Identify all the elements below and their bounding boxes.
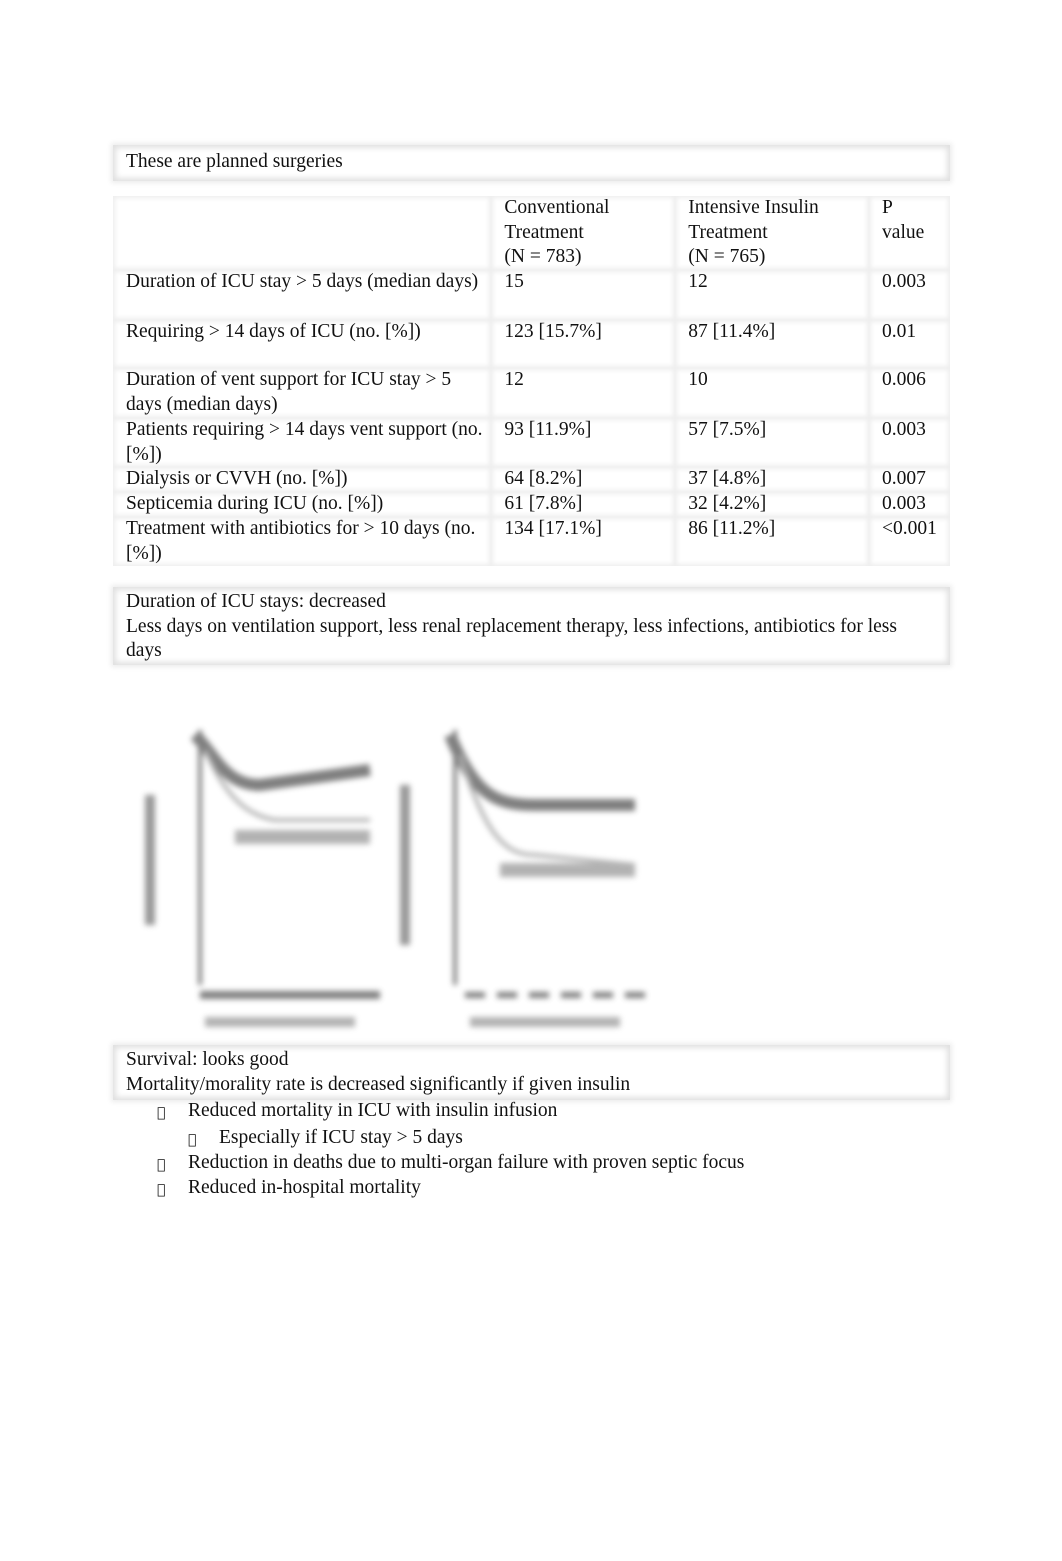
- summary-2-body: Mortality/morality rate is decreased sig…: [126, 1073, 631, 1095]
- header-cell: Conventional Treatment (N = 783): [491, 196, 675, 270]
- bullet-icon: : [157, 1153, 165, 1178]
- header-cell: [113, 196, 491, 270]
- table-cell: 0.003: [869, 418, 950, 467]
- outcomes-table: Conventional Treatment (N = 783) Intensive…: [113, 196, 950, 566]
- table-cell: Requiring > 14 days of ICU (no. [%]): [113, 320, 491, 368]
- table-cell: Patients requiring > 14 days vent suppor…: [113, 418, 491, 467]
- table-cell: Septicemia during ICU (no. [%]): [113, 492, 491, 517]
- table-row: Requiring > 14 days of ICU (no. [%]) 123 …: [113, 320, 950, 368]
- header-cell: Pvalue: [869, 196, 950, 270]
- table-row: Patients requiring > 14 days vent suppor…: [113, 418, 950, 467]
- table-cell: Duration of ICU stay > 5 days (median da…: [113, 270, 491, 320]
- summary-2-title: Survival: looks good: [126, 1049, 289, 1070]
- table-cell: 37 [4.8%]: [675, 467, 869, 492]
- table-cell: 93 [11.9%]: [491, 418, 675, 467]
- bullet-item: Reduction in deaths due to multi-organ f…: [188, 1152, 745, 1173]
- table-row: Dialysis or CVVH (no. [%]) 64 [8.2%] 37 [4…: [113, 467, 950, 492]
- summary-1: Duration of ICU stays: decreased Less da…: [126, 590, 926, 664]
- bullet-item: Reduced mortality in ICU with insulin in…: [188, 1100, 558, 1121]
- table-cell: 134 [17.1%]: [491, 517, 675, 566]
- survival-panel-a: [145, 730, 380, 1027]
- table-cell: <0.001: [869, 517, 950, 566]
- table-cell: 57 [7.5%]: [675, 418, 869, 467]
- table-cell: 61 [7.8%]: [491, 492, 675, 517]
- table-cell: 32 [4.2%]: [675, 492, 869, 517]
- table-cell: 10: [675, 368, 869, 418]
- summary-1-title: Duration of ICU stays: decreased: [126, 591, 386, 612]
- table-row: Septicemia during ICU (no. [%]) 61 [7.8%]…: [113, 492, 950, 517]
- bullet-icon: : [157, 1101, 165, 1126]
- table-cell: 87 [11.4%]: [675, 320, 869, 368]
- table-cell: 0.003: [869, 270, 950, 320]
- table-row: Duration of vent support for ICU stay > …: [113, 368, 950, 418]
- survival-curves-figure: [145, 730, 645, 1027]
- table-cell: 123 [15.7%]: [491, 320, 675, 368]
- table-cell: Duration of vent support for ICU stay > …: [113, 368, 491, 418]
- table-row: Treatment with antibiotics for > 10 days…: [113, 517, 950, 566]
- table-cell: 64 [8.2%]: [491, 467, 675, 492]
- table-cell: Treatment with antibiotics for > 10 days…: [113, 517, 491, 566]
- table-cell: 0.007: [869, 467, 950, 492]
- table-cell: 0.003: [869, 492, 950, 517]
- table-cell: 0.01: [869, 320, 950, 368]
- header-cell: Intensive Insulin Treatment (N = 765): [675, 196, 869, 270]
- table-cell: 15: [491, 270, 675, 320]
- survival-panel-b: [400, 730, 645, 1027]
- bullet-icon: : [157, 1178, 165, 1203]
- bullet-icon: : [188, 1128, 196, 1153]
- table-cell: Dialysis or CVVH (no. [%]): [113, 467, 491, 492]
- table-cell: 12: [491, 368, 675, 418]
- table-cell: 12: [675, 270, 869, 320]
- bullet-item: Especially if ICU stay > 5 days: [219, 1127, 463, 1148]
- summary-2: Survival: looks good Mortality/morality …: [126, 1048, 926, 1097]
- table-row: Duration of ICU stay > 5 days (median da…: [113, 270, 950, 320]
- table-cell: 0.006: [869, 368, 950, 418]
- intro-text: These are planned surgeries: [126, 151, 343, 172]
- summary-1-body: Less days on ventilation support, less r…: [126, 615, 897, 662]
- table-cell: 86 [11.2%]: [675, 517, 869, 566]
- bullet-item: Reduced in-hospital mortality: [188, 1177, 421, 1198]
- table-header-row: Conventional Treatment (N = 783) Intensive…: [113, 196, 950, 270]
